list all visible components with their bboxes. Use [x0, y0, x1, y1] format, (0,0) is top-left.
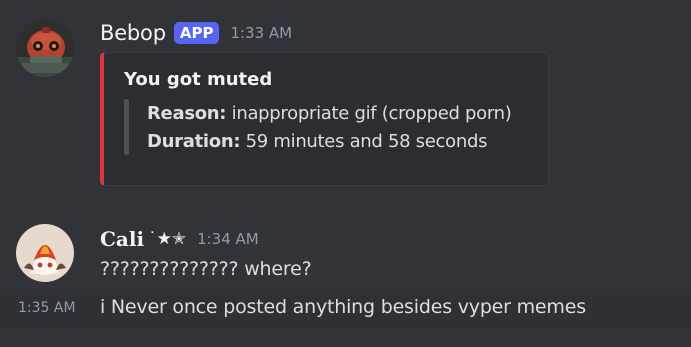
- field-value: inappropriate gif (cropped porn): [231, 103, 512, 124]
- name-decoration: ˙★✭: [148, 229, 187, 249]
- message-timestamp[interactable]: 1:35 AM: [18, 300, 76, 316]
- app-badge: APP: [173, 22, 220, 44]
- cali-avatar[interactable]: [16, 224, 74, 282]
- embed-field-reason: Reason: inappropriate gif (cropped porn): [147, 103, 512, 124]
- message-row-hovered[interactable]: 1:35 AM i Never once posted anything bes…: [0, 289, 691, 328]
- message-header: Bebop APP 1:33 AM: [100, 18, 292, 48]
- message-content: ?????????????? where?: [100, 258, 312, 280]
- embed-quote-block: Reason: inappropriate gif (cropped porn)…: [124, 99, 544, 155]
- field-key: Reason:: [147, 103, 227, 124]
- message-header: Cali ˙★✭ 1:34 AM: [100, 225, 259, 253]
- bebop-avatar[interactable]: [16, 19, 74, 77]
- message-content: i Never once posted anything besides vyp…: [100, 296, 586, 318]
- message-timestamp[interactable]: 1:33 AM: [230, 24, 292, 42]
- mute-embed: You got muted Reason: inappropriate gif …: [100, 52, 549, 186]
- field-key: Duration:: [147, 131, 241, 152]
- anime-character-avatar-icon: [16, 224, 74, 282]
- message-timestamp[interactable]: 1:34 AM: [197, 230, 259, 248]
- embed-title: You got muted: [124, 69, 273, 90]
- quote-bar: [124, 99, 129, 155]
- author-name[interactable]: Bebop: [100, 21, 166, 45]
- embed-field-duration: Duration: 59 minutes and 58 seconds: [147, 131, 487, 152]
- chat-message-list: Bebop APP 1:33 AM You got muted Reason: …: [0, 0, 691, 347]
- author-name[interactable]: Cali: [100, 227, 144, 251]
- robot-avatar-icon: [16, 19, 74, 77]
- field-value: 59 minutes and 58 seconds: [245, 131, 488, 152]
